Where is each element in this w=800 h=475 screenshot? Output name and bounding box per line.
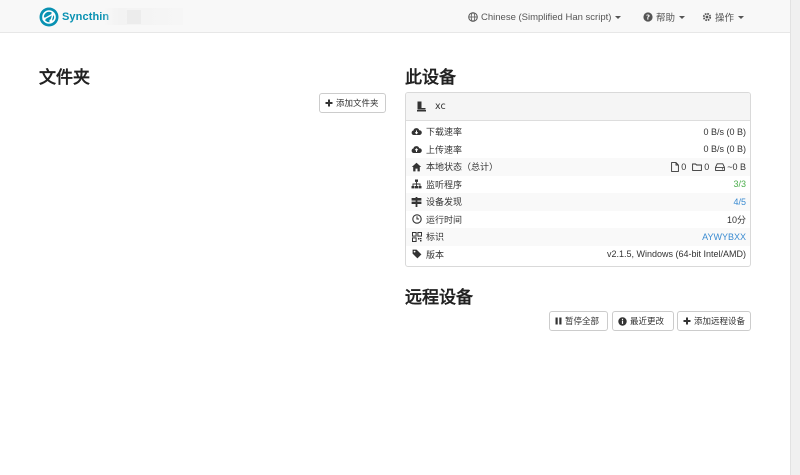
recent-changes-button[interactable]: 最近更改 <box>612 311 674 331</box>
actions-label: 操作 <box>715 13 735 24</box>
clock-icon <box>411 214 422 224</box>
brand-link[interactable]: Syncthin <box>39 6 109 27</box>
navbar: Syncthin Chinese (Simplified Han script)… <box>0 0 790 33</box>
language-dropdown[interactable]: Chinese (Simplified Han script) <box>468 9 622 25</box>
plus-icon <box>325 99 333 107</box>
add-folder-button[interactable]: 添加文件夹 <box>319 93 386 113</box>
upload-rate-value: 0 B/s (0 B) <box>703 144 746 155</box>
uptime-label: 运行时间 <box>426 215 463 226</box>
listeners-label: 监听程序 <box>426 180 463 191</box>
this-device-panel: xc 下载速率 0 B/s (0 B) 上传速率 0 B/s (0 B) 本地状… <box>405 92 751 267</box>
device-id-link[interactable]: AYWYBXX <box>702 232 746 242</box>
download-rate-value: 0 B/s (0 B) <box>703 126 746 137</box>
pause-icon <box>555 317 562 325</box>
local-files-count: 0 <box>681 161 687 172</box>
identification-label: 标识 <box>426 233 445 244</box>
add-folder-label: 添加文件夹 <box>336 98 379 108</box>
brand-placeholder-block <box>127 10 141 24</box>
pause-all-button[interactable]: 暂停全部 <box>549 311 608 331</box>
desktop-icon <box>416 101 427 112</box>
discovery-value[interactable]: 4/5 <box>733 197 746 207</box>
recent-changes-label: 最近更改 <box>630 316 665 326</box>
syncthing-logo-icon <box>39 7 59 26</box>
vertical-scrollbar[interactable] <box>790 0 800 475</box>
svg-text:?: ? <box>646 14 650 22</box>
version-row: 版本 v2.1.5, Windows (64-bit Intel/AMD) <box>406 246 750 264</box>
identification-row: 标识 AYWYBXX <box>406 228 750 246</box>
actions-dropdown[interactable]: 操作 <box>702 9 745 25</box>
local-size: ~0 B <box>727 161 746 172</box>
version-label: 版本 <box>426 250 445 261</box>
tag-icon <box>411 249 422 259</box>
local-folders-count: 0 <box>704 161 710 172</box>
signpost-icon <box>411 196 422 207</box>
info-circle-icon <box>618 316 627 326</box>
upload-rate-label: 上传速率 <box>426 145 463 156</box>
download-rate-row: 下载速率 0 B/s (0 B) <box>406 123 750 141</box>
pause-all-label: 暂停全部 <box>565 316 600 326</box>
chevron-down-icon <box>615 15 622 19</box>
listeners-row: 监听程序 3/3 <box>406 176 750 194</box>
brand-fade <box>103 8 183 25</box>
discovery-row: 设备发现 4/5 <box>406 193 750 211</box>
device-name: xc <box>435 101 446 112</box>
cloud-upload-icon <box>411 145 422 154</box>
version-value: v2.1.5, Windows (64-bit Intel/AMD) <box>606 249 746 260</box>
chevron-down-icon <box>679 15 686 19</box>
folders-title: 文件夹 <box>39 68 90 87</box>
download-rate-label: 下载速率 <box>426 128 463 139</box>
uptime-row: 运行时间 10分 <box>406 211 750 229</box>
local-state-row: 本地状态（总计） 0 0 ~0 B <box>406 158 750 176</box>
add-remote-device-button[interactable]: 添加远程设备 <box>677 311 751 331</box>
this-device-title: 此设备 <box>405 68 456 87</box>
help-label: 帮助 <box>656 13 676 24</box>
plus-icon <box>683 317 691 325</box>
remote-devices-title: 远程设备 <box>405 288 473 307</box>
file-icon <box>671 161 680 172</box>
question-circle-icon: ? <box>643 12 653 22</box>
folder-icon <box>692 163 703 171</box>
discovery-label: 设备发现 <box>426 198 463 209</box>
cloud-download-icon <box>411 127 422 136</box>
add-remote-device-label: 添加远程设备 <box>694 316 746 326</box>
local-state-label: 本地状态（总计） <box>426 163 499 174</box>
listeners-value[interactable]: 3/3 <box>733 179 746 189</box>
qrcode-icon <box>411 231 422 242</box>
globe-icon <box>468 12 478 22</box>
gear-icon <box>702 12 712 22</box>
upload-rate-row: 上传速率 0 B/s (0 B) <box>406 141 750 159</box>
sitemap-icon <box>411 179 422 189</box>
chevron-down-icon <box>738 15 745 19</box>
device-panel-header[interactable]: xc <box>406 93 750 121</box>
hdd-icon <box>715 163 726 171</box>
local-state-value: 0 0 ~0 B <box>671 162 746 172</box>
home-icon <box>411 162 422 172</box>
language-label: Chinese (Simplified Han script) <box>481 11 612 23</box>
uptime-value: 10分 <box>726 214 746 225</box>
help-dropdown[interactable]: ? 帮助 <box>643 9 686 25</box>
